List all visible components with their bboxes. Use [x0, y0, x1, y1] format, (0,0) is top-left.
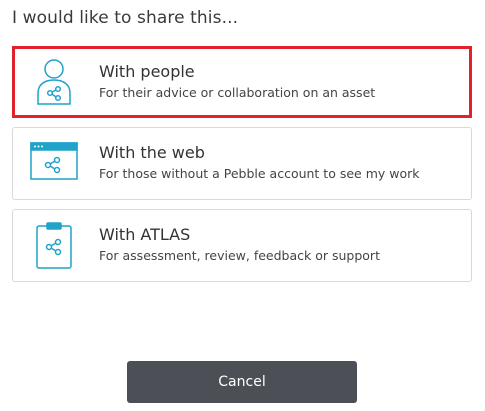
option-label: With people — [99, 62, 195, 81]
option-description: For assessment, review, feedback or supp… — [99, 248, 380, 263]
option-description: For their advice or collaboration on an … — [99, 85, 376, 100]
dialog-title: I would like to share this... — [12, 8, 239, 28]
share-with-people-option[interactable]: With people For their advice or collabor… — [12, 46, 472, 118]
option-label: With ATLAS — [99, 225, 191, 244]
share-with-web-option[interactable]: With the web For those without a Pebble … — [12, 127, 472, 200]
person-share-icon — [37, 59, 71, 105]
clipboard-share-icon — [36, 222, 72, 269]
cancel-button[interactable]: Cancel — [127, 361, 357, 403]
browser-share-icon — [30, 142, 78, 180]
option-description: For those without a Pebble account to se… — [99, 166, 420, 181]
option-label: With the web — [99, 143, 205, 162]
share-with-atlas-option[interactable]: With ATLAS For assessment, review, feedb… — [12, 209, 472, 282]
